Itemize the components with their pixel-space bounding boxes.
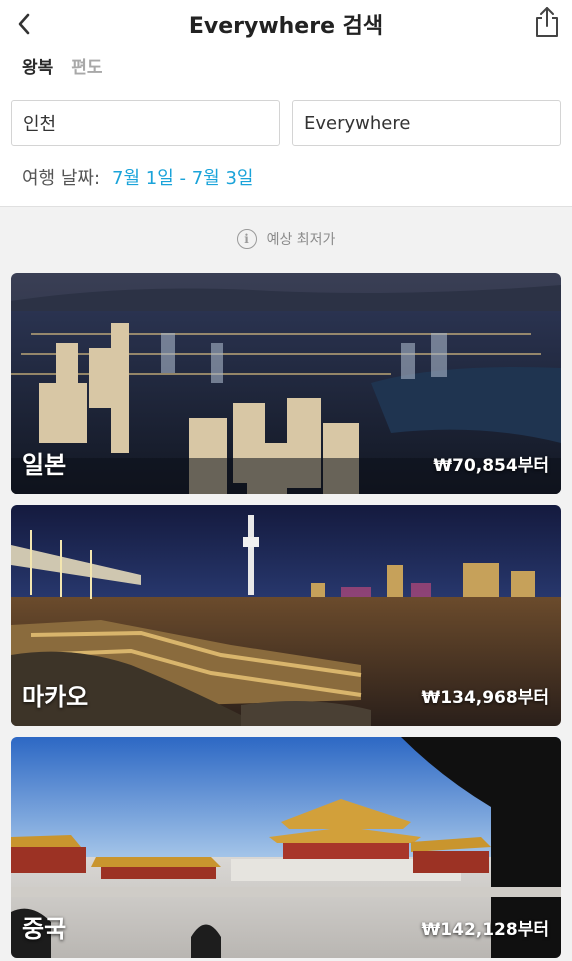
destination-value: Everywhere bbox=[304, 112, 411, 134]
origin-value: 인천 bbox=[23, 114, 57, 135]
travel-dates: 여행 날짜: 7월 1일 - 7월 3일 bbox=[22, 164, 253, 190]
dates-label: 여행 날짜: bbox=[22, 168, 101, 189]
destination-card-japan[interactable]: 일본 ₩70,854부터 bbox=[11, 273, 561, 494]
origin-field[interactable]: 인천 bbox=[11, 100, 280, 146]
tab-round-trip[interactable]: 왕복 bbox=[22, 53, 53, 78]
dates-value[interactable]: 7월 1일 - 7월 3일 bbox=[112, 164, 253, 190]
destination-field[interactable]: Everywhere bbox=[292, 100, 561, 146]
screen: Everywhere 검색 왕복 편도 인천 Everywhere 여행 날짜:… bbox=[0, 0, 572, 961]
price-notice-text: 예상 최저가 bbox=[266, 232, 336, 248]
destination-name: 중국 bbox=[22, 915, 67, 943]
destination-price: ₩70,854부터 bbox=[433, 456, 549, 476]
page-title: Everywhere 검색 bbox=[188, 14, 384, 39]
destination-card-china[interactable]: 중국 ₩142,128부터 bbox=[11, 737, 561, 958]
info-icon[interactable]: i bbox=[236, 229, 257, 249]
destination-price: ₩134,968부터 bbox=[421, 688, 549, 708]
share-icon bbox=[536, 7, 558, 37]
destination-name: 일본 bbox=[22, 451, 67, 479]
destination-price: ₩142,128부터 bbox=[421, 920, 549, 940]
trip-type-tabs: 왕복 편도 bbox=[22, 53, 103, 78]
share-button[interactable] bbox=[532, 4, 562, 40]
price-notice: i 예상 최저가 bbox=[0, 229, 572, 249]
destination-name: 마카오 bbox=[22, 683, 89, 711]
destination-card-macau[interactable]: 마카오 ₩134,968부터 bbox=[11, 505, 561, 726]
search-header-panel: Everywhere 검색 왕복 편도 인천 Everywhere 여행 날짜:… bbox=[0, 0, 572, 207]
tab-one-way[interactable]: 편도 bbox=[71, 53, 102, 78]
